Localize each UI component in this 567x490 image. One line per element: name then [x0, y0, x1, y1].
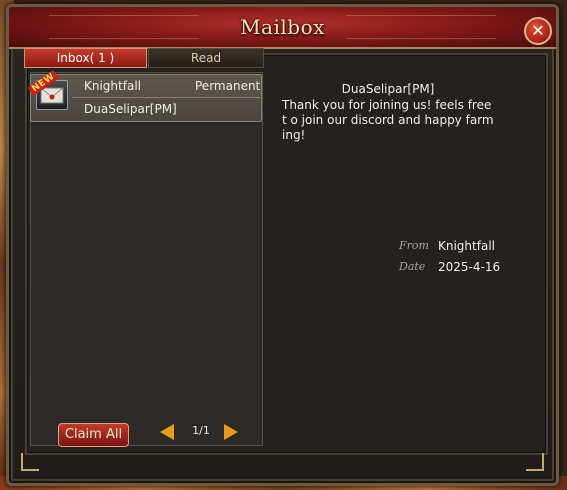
- corner-ornament-left: [21, 453, 39, 471]
- mail-sender: Knightfall: [84, 79, 141, 93]
- next-page-arrow-icon[interactable]: [224, 424, 238, 440]
- tab-read[interactable]: Read: [148, 48, 264, 68]
- previous-page-arrow-icon[interactable]: [160, 424, 174, 440]
- window-title: Mailbox: [240, 15, 325, 39]
- mail-subject: DuaSelipar[PM]: [84, 102, 177, 116]
- claim-all-button[interactable]: Claim All: [58, 423, 129, 447]
- mail-item-divider: [72, 97, 260, 98]
- mail-list-panel: [30, 72, 263, 446]
- message-body: Thank you for joining us! feels free t o…: [282, 98, 494, 142]
- message-title: DuaSelipar[PM]: [341, 82, 435, 96]
- mail-expiry: Permanent: [195, 79, 261, 93]
- from-label: From: [399, 239, 429, 252]
- tab-inbox[interactable]: Inbox( 1 ): [24, 48, 147, 68]
- close-button[interactable]: ✕: [524, 17, 552, 45]
- title-bar: Mailbox ✕: [9, 7, 556, 49]
- date-value: 2025-4-16: [438, 260, 501, 274]
- corner-ornament-right: [526, 453, 544, 471]
- close-icon: ✕: [531, 21, 545, 40]
- from-value: Knightfall: [438, 239, 495, 253]
- date-label: Date: [399, 260, 426, 273]
- page-indicator: 1/1: [192, 424, 210, 437]
